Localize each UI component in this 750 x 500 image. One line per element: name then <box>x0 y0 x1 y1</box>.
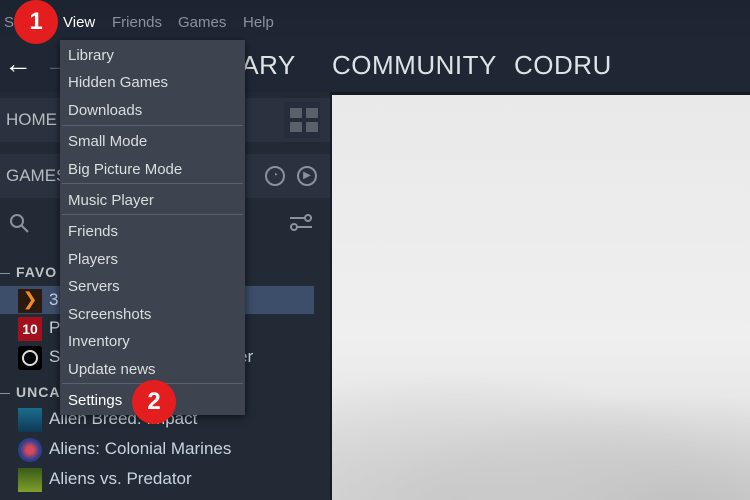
menu-item-settings[interactable]: Settings <box>68 392 122 409</box>
menu-item-library[interactable]: Library <box>68 47 114 64</box>
game-icon: 10 <box>18 317 42 341</box>
game-row[interactable]: Aliens vs. Predator <box>0 465 314 493</box>
menu-item-big-picture[interactable]: Big Picture Mode <box>68 161 182 178</box>
game-name: Aliens vs. Predator <box>49 469 192 488</box>
menu-item-friends[interactable]: Friends <box>68 223 118 240</box>
game-row[interactable]: Aliens: Colonial Marines <box>0 435 314 463</box>
menu-item-small-mode[interactable]: Small Mode <box>68 133 147 150</box>
step-badge-1: 1 <box>14 0 58 44</box>
menu-item-downloads[interactable]: Downloads <box>68 102 142 119</box>
menu-separator <box>62 214 243 215</box>
tab-profile[interactable]: CODRU <box>514 50 612 81</box>
grid-view-icon[interactable] <box>284 102 320 138</box>
back-arrow-icon[interactable]: ← <box>4 48 32 80</box>
game-icon <box>18 408 42 432</box>
menu-games[interactable]: Games <box>178 14 226 31</box>
home-label: HOME <box>6 110 57 129</box>
menu-bar: St View Friends Games Help <box>0 0 750 42</box>
game-name: Aliens: Colonial Marines <box>49 439 232 458</box>
menu-item-inventory[interactable]: Inventory <box>68 333 130 350</box>
section-favorites[interactable]: FAVO <box>0 264 57 280</box>
search-icon[interactable] <box>8 212 30 234</box>
game-name: 3 <box>49 290 59 309</box>
menu-item-servers[interactable]: Servers <box>68 278 120 295</box>
filter-sliders-icon[interactable] <box>288 212 314 234</box>
game-hero-image <box>332 95 750 500</box>
section-uncategorized[interactable]: UNCA <box>0 384 60 400</box>
game-icon: ❯ <box>18 289 42 313</box>
menu-item-update-news[interactable]: Update news <box>68 361 156 378</box>
menu-item-music-player[interactable]: Music Player <box>68 192 154 209</box>
menu-help[interactable]: Help <box>243 14 274 31</box>
game-icon <box>18 438 42 462</box>
menu-separator <box>62 183 243 184</box>
menu-item-screenshots[interactable]: Screenshots <box>68 306 151 323</box>
play-icon[interactable]: ▶ <box>297 166 317 186</box>
game-icon <box>18 468 42 492</box>
game-icon <box>18 346 42 370</box>
menu-separator <box>62 125 243 126</box>
menu-view[interactable]: View <box>63 14 95 31</box>
step-badge-2: 2 <box>132 380 176 424</box>
tab-community[interactable]: COMMUNITY <box>332 50 497 81</box>
clock-icon[interactable]: ◔ <box>265 166 285 186</box>
view-dropdown-menu: Library Hidden Games Downloads Small Mod… <box>60 40 245 415</box>
game-name: P <box>49 318 61 337</box>
menu-item-hidden-games[interactable]: Hidden Games <box>68 74 168 91</box>
game-name: S <box>49 347 61 366</box>
games-label: GAMES <box>6 166 68 185</box>
section-label: FAVO <box>16 264 58 280</box>
menu-item-players[interactable]: Players <box>68 251 118 268</box>
menu-friends[interactable]: Friends <box>112 14 162 31</box>
section-label: UNCA <box>16 384 61 400</box>
